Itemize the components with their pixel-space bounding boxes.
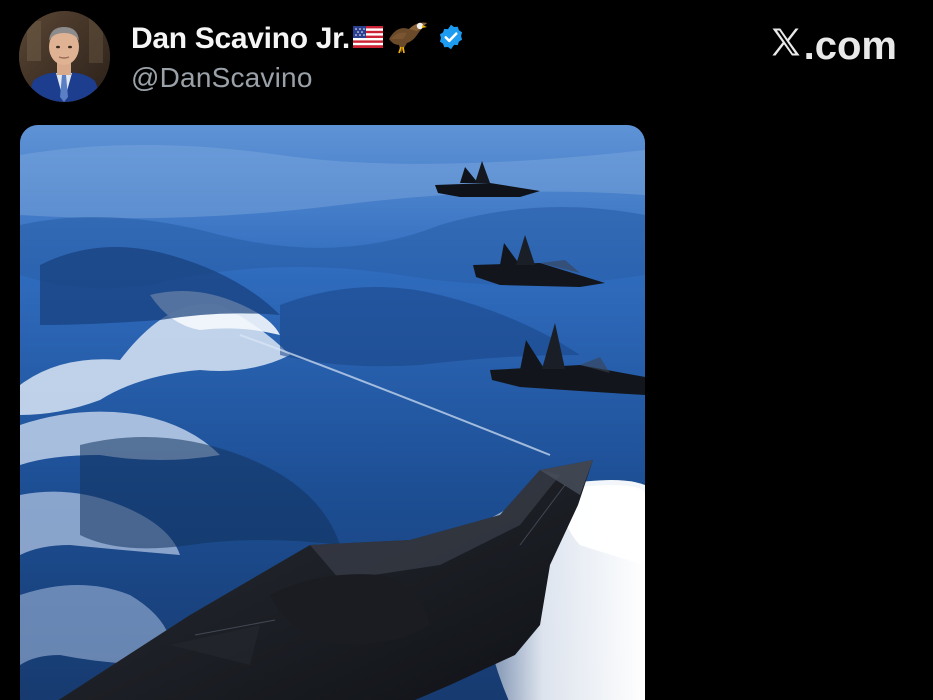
author-avatar[interactable] bbox=[19, 11, 110, 102]
author-display-name[interactable]: Dan Scavino Jr. bbox=[131, 22, 350, 56]
x-brand-watermark: .com bbox=[769, 24, 897, 69]
post-media-image[interactable] bbox=[20, 125, 645, 700]
verified-badge-icon bbox=[437, 23, 465, 56]
x-logo-icon bbox=[769, 24, 803, 69]
author-handle[interactable]: @DanScavino bbox=[131, 62, 313, 94]
eagle-icon bbox=[387, 19, 429, 60]
flag-us-icon bbox=[352, 25, 383, 53]
post-header: Dan Scavino Jr. @DanScavino .com bbox=[0, 0, 933, 112]
brand-domain-text: .com bbox=[803, 24, 897, 68]
author-name-row: Dan Scavino Jr. bbox=[131, 21, 465, 57]
